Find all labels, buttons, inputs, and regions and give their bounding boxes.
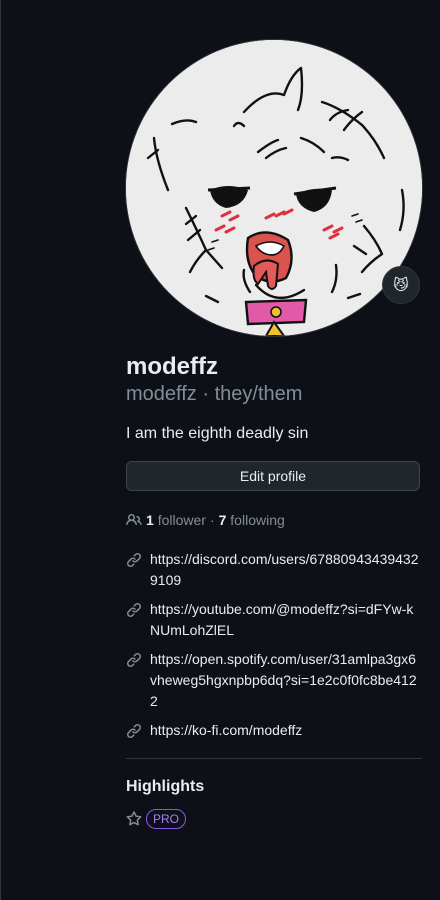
pro-badge[interactable]: PRO: [146, 809, 187, 829]
avatar[interactable]: [126, 40, 422, 336]
link-icon: [126, 723, 142, 739]
profile-sidebar: 😼 modeffz modeffz · they/them I am the e…: [0, 0, 440, 900]
separator-dot: ·: [202, 383, 210, 405]
link-icon: [126, 652, 142, 668]
social-link-item: https://discord.com/users/67880943439432…: [126, 549, 422, 591]
spotify-link[interactable]: https://open.spotify.com/user/31amlpa3gx…: [150, 651, 417, 709]
separator-dot: ·: [209, 512, 215, 528]
social-link-item: https://youtube.com/@modeffz?si=dFYw-kNU…: [126, 599, 422, 641]
profile-pronouns: they/them: [214, 383, 303, 405]
highlights-row: PRO: [126, 808, 422, 830]
followers-count: 1: [146, 512, 154, 528]
highlights-heading: Highlights: [126, 778, 205, 795]
following-count: 7: [218, 512, 227, 528]
link-icon: [126, 552, 142, 568]
profile-username: modeffz: [126, 383, 197, 405]
social-link-item: https://open.spotify.com/user/31amlpa3gx…: [126, 649, 422, 712]
social-link-item: https://ko-fi.com/modeffz: [126, 720, 422, 741]
followers-link[interactable]: 1 follower: [146, 512, 206, 528]
profile-display-name: modeffz: [126, 353, 218, 380]
section-divider: [126, 758, 422, 759]
avatar-container: 😼: [126, 40, 422, 336]
star-icon: [126, 811, 142, 827]
divider: [0, 0, 1, 900]
people-icon: [126, 512, 142, 528]
social-links-list: https://discord.com/users/67880943439432…: [126, 549, 422, 749]
status-emoji-button[interactable]: 😼: [382, 266, 420, 304]
profile-username-line: modeffz · they/them: [126, 381, 422, 407]
following-label: following: [230, 512, 285, 528]
cartoon-cat-avatar-icon: [126, 40, 422, 336]
following-link[interactable]: 7 following: [219, 512, 285, 528]
follow-stats: 1 follower · 7 following: [126, 509, 422, 531]
discord-link[interactable]: https://discord.com/users/67880943439432…: [150, 551, 419, 588]
link-icon: [126, 602, 142, 618]
profile-bio: I am the eighth deadly sin: [126, 425, 309, 442]
edit-profile-button[interactable]: Edit profile: [126, 461, 420, 491]
kofi-link[interactable]: https://ko-fi.com/modeffz: [150, 722, 302, 738]
followers-label: follower: [157, 512, 206, 528]
youtube-link[interactable]: https://youtube.com/@modeffz?si=dFYw-kNU…: [150, 601, 413, 638]
cat-face-icon: 😼: [393, 276, 409, 294]
